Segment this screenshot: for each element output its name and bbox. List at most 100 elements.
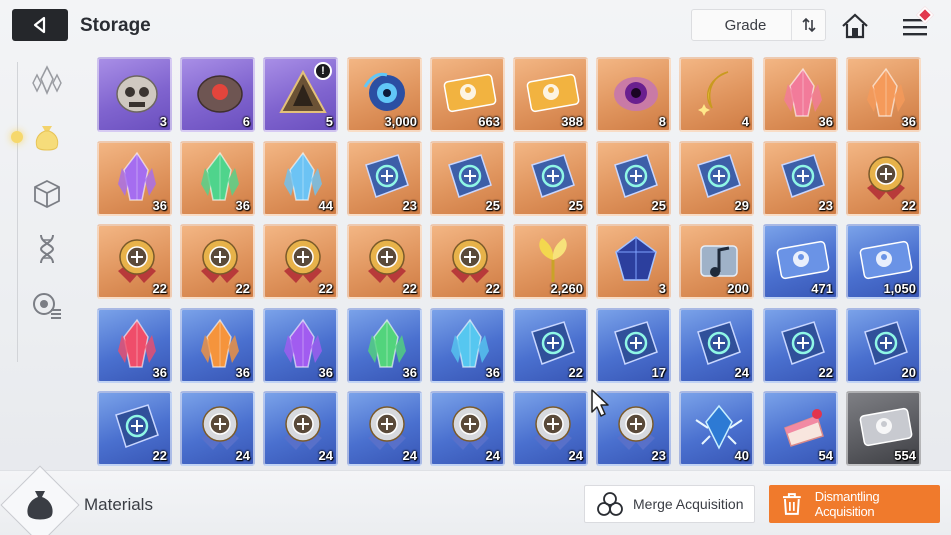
home-button[interactable] — [838, 9, 872, 43]
dismantling-acquisition-button[interactable]: Dismantling Acquisition — [769, 485, 940, 523]
item-count: 663 — [478, 114, 500, 129]
sidebar-item-materials[interactable] — [27, 117, 67, 157]
green-shard-icon — [357, 316, 416, 372]
inventory-slot[interactable]: 22 — [513, 308, 588, 383]
inventory-slot[interactable]: 24 — [180, 391, 255, 466]
inventory-slot[interactable]: 36 — [263, 308, 338, 383]
item-count: 22 — [818, 365, 833, 380]
item-count: 24 — [568, 448, 583, 463]
inventory-slot[interactable]: ! 5 — [263, 57, 338, 132]
home-icon — [842, 13, 868, 39]
item-count: 24 — [318, 448, 333, 463]
inventory-slot[interactable]: 22 — [347, 224, 422, 299]
item-count: 8 — [658, 114, 666, 129]
inventory-slot[interactable]: 25 — [513, 141, 588, 216]
inventory-slot[interactable]: 24 — [430, 391, 505, 466]
inventory-slot[interactable]: 36 — [347, 308, 422, 383]
inventory-slot[interactable]: 22 — [180, 224, 255, 299]
inventory-slot[interactable]: 3 — [596, 224, 671, 299]
pink-crystal-icon — [773, 65, 832, 121]
item-count: 36 — [152, 198, 167, 213]
sidebar-item-crystal[interactable] — [27, 60, 67, 100]
green-crystal-icon — [190, 149, 249, 205]
inventory-slot[interactable]: 20 — [846, 308, 921, 383]
inventory-slot[interactable]: 2,260 — [513, 224, 588, 299]
inventory-slot[interactable]: 200 — [679, 224, 754, 299]
silver-medal-shield-icon — [273, 399, 332, 455]
item-count: 25 — [651, 198, 666, 213]
silver-card-icon — [856, 399, 915, 455]
inventory-slot[interactable]: 36 — [180, 308, 255, 383]
mouse-cursor-icon — [591, 389, 609, 417]
inventory-slot[interactable]: 40 — [679, 391, 754, 466]
sidebar-item-cube[interactable] — [27, 174, 67, 214]
item-count: 554 — [894, 448, 916, 463]
back-button[interactable] — [12, 9, 68, 41]
grade-label: Grade — [724, 16, 767, 34]
inventory-slot[interactable]: 554 — [846, 391, 921, 466]
inventory-slot[interactable]: 22 — [263, 224, 338, 299]
inventory-slot[interactable]: 36 — [180, 141, 255, 216]
page-title: Storage — [80, 15, 151, 36]
inventory-slot[interactable]: 3,000 — [347, 57, 422, 132]
blue-book-cross-icon — [773, 316, 832, 372]
category-sidebar — [0, 52, 90, 470]
inventory-slot[interactable]: 36 — [97, 141, 172, 216]
inventory-slot[interactable]: 23 — [347, 141, 422, 216]
inventory-slot[interactable]: 471 — [763, 224, 838, 299]
inventory-slot[interactable]: 29 — [679, 141, 754, 216]
crystal-icon — [32, 65, 62, 95]
inventory-slot[interactable]: 36 — [97, 308, 172, 383]
inventory-slot[interactable]: 663 — [430, 57, 505, 132]
inventory-slot[interactable]: 8 — [596, 57, 671, 132]
inventory-slot[interactable]: 4 — [679, 57, 754, 132]
menu-button[interactable] — [895, 6, 935, 45]
medal-target-icon — [190, 232, 249, 288]
inventory-slot[interactable]: 22 — [846, 141, 921, 216]
sort-arrows-icon[interactable] — [791, 10, 825, 40]
inventory-slot[interactable]: 23 — [763, 141, 838, 216]
inventory-slot[interactable]: 44 — [263, 141, 338, 216]
gold-card-icon — [440, 65, 499, 121]
inventory-slot[interactable]: 54 — [763, 391, 838, 466]
inventory-slot[interactable]: 22 — [763, 308, 838, 383]
inventory-slot[interactable]: 388 — [513, 57, 588, 132]
inventory-slot[interactable]: 24 — [679, 308, 754, 383]
orange-shard-icon — [190, 316, 249, 372]
inventory-slot[interactable]: 36 — [763, 57, 838, 132]
sidebar-item-sensor[interactable] — [27, 285, 67, 325]
inventory-slot[interactable]: 6 — [180, 57, 255, 132]
inventory-slot[interactable]: 17 — [596, 308, 671, 383]
inventory-slot[interactable]: 36 — [846, 57, 921, 132]
item-count: 24 — [402, 448, 417, 463]
blue-book-target-icon — [689, 316, 748, 372]
item-count: 23 — [402, 198, 417, 213]
alert-badge: ! — [314, 62, 332, 80]
inventory-slot[interactable]: 25 — [596, 141, 671, 216]
silver-medal-plus-icon — [190, 399, 249, 455]
inventory-slot[interactable]: 24 — [513, 391, 588, 466]
inventory-slot[interactable]: 22 — [430, 224, 505, 299]
sidebar-item-dna[interactable] — [27, 229, 67, 269]
dna-icon — [39, 234, 55, 264]
inventory-slot[interactable]: 22 — [97, 224, 172, 299]
inventory-slot[interactable]: 24 — [263, 391, 338, 466]
inventory-slot[interactable]: 3 — [97, 57, 172, 132]
silver-medal-circle-icon — [606, 399, 665, 455]
item-count: 22 — [402, 281, 417, 296]
inventory-slot[interactable]: 22 — [97, 391, 172, 466]
inventory-slot[interactable]: 1,050 — [846, 224, 921, 299]
silver-medal-target-icon — [357, 399, 416, 455]
item-count: 36 — [901, 114, 916, 129]
inventory-slot[interactable]: 25 — [430, 141, 505, 216]
grade-sort-dropdown[interactable]: Grade — [691, 9, 826, 41]
sidebar-divider — [17, 62, 18, 362]
bag-icon — [35, 126, 59, 151]
back-triangle-icon — [33, 16, 46, 34]
merge-acquisition-button[interactable]: Merge Acquisition — [584, 485, 755, 523]
silver-medal-cross-icon — [440, 399, 499, 455]
inventory-slot[interactable]: 36 — [430, 308, 505, 383]
item-count: 25 — [568, 198, 583, 213]
cube-icon — [34, 179, 60, 209]
inventory-slot[interactable]: 24 — [347, 391, 422, 466]
